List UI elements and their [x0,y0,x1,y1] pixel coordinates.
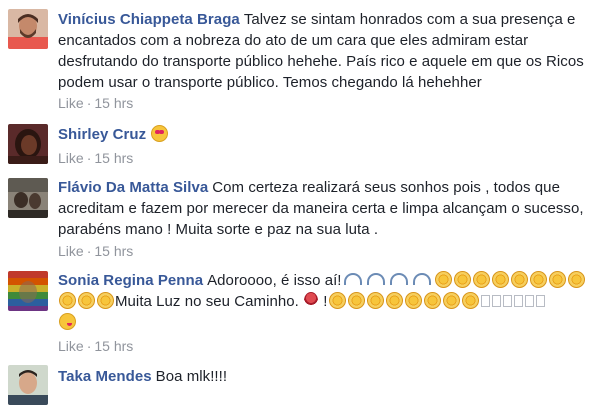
comment-actions: Like · 15 hrs [58,94,133,112]
comment-body: Flávio Da Matta Silva Com certeza realiza… [58,177,592,240]
missing-glyph-icon [480,295,490,307]
comment-text: Boa mlk!!!! [155,368,228,385]
sun-icon [491,271,509,288]
winking-kiss-icon [59,313,76,330]
sun-icon [567,271,585,288]
separator-dot: · [86,150,92,166]
comment-actions: Like · 15 hrs [58,337,133,355]
comment-body: Taka Mendes Boa mlk!!!! [58,366,592,387]
sun-icon [510,271,528,288]
avatar[interactable] [8,271,48,311]
comment-body: Vinícius Chiappeta Braga Talvez se sintam… [58,9,592,93]
timestamp[interactable]: 15 hrs [94,243,133,259]
separator-dot: · [86,95,92,111]
timestamp[interactable]: 15 hrs [94,150,133,166]
separator-dot: · [86,243,92,259]
wave-icon [366,271,387,288]
comment-author-link[interactable]: Sonia Regina Penna [58,272,203,289]
missing-glyph-icon [502,295,512,307]
wave-icon [412,271,433,288]
smiling-face-heart-eyes-icon [151,125,169,142]
missing-glyph-icon [513,295,523,307]
comment-author-link[interactable]: Vinícius Chiappeta Braga [58,11,240,28]
separator-dot: · [86,338,92,354]
comment-text: ! [323,293,328,310]
avatar[interactable] [8,9,48,49]
sun-icon [548,271,566,288]
comment-body: Shirley Cruz [58,124,592,145]
sun-icon [347,292,365,309]
like-link[interactable]: Like [58,338,84,354]
sun-icon [404,292,422,309]
comment-text: Adoroooo, é isso aí! [207,272,342,289]
sun-icon [442,292,460,309]
avatar[interactable] [8,178,48,218]
missing-glyph-icon [524,295,534,307]
comment-actions: Like · 15 hrs [58,242,133,260]
sun-icon [423,292,441,309]
sun-icon [472,271,490,288]
sun-icon [328,292,346,309]
timestamp[interactable]: 15 hrs [94,338,133,354]
sun-icon [453,271,471,288]
avatar[interactable] [8,124,48,164]
wave-icon [389,271,410,288]
sun-icon [385,292,403,309]
comment-author-link[interactable]: Shirley Cruz [58,126,146,143]
comment-author-link[interactable]: Taka Mendes [58,368,152,385]
avatar[interactable] [8,365,48,405]
sun-icon [461,292,479,309]
sun-icon [366,292,384,309]
comment-text: Muita Luz no seu Caminho. [115,293,299,310]
sun-icon [529,271,547,288]
timestamp[interactable]: 15 hrs [94,95,133,111]
comment-actions: Like · 15 hrs [58,149,133,167]
sun-icon [59,292,76,309]
like-link[interactable]: Like [58,95,84,111]
like-link[interactable]: Like [58,150,84,166]
rose-icon [304,292,319,309]
sun-icon [78,292,95,309]
sun-icon [97,292,114,309]
missing-glyph-icon [535,295,545,307]
missing-glyph-icon [491,295,501,307]
like-link[interactable]: Like [58,243,84,259]
comment-author-link[interactable]: Flávio Da Matta Silva [58,179,208,196]
sun-icon [434,271,452,288]
wave-icon [343,271,364,288]
comment-body: Sonia Regina Penna Adoroooo, é isso aí! Mu… [58,270,592,333]
